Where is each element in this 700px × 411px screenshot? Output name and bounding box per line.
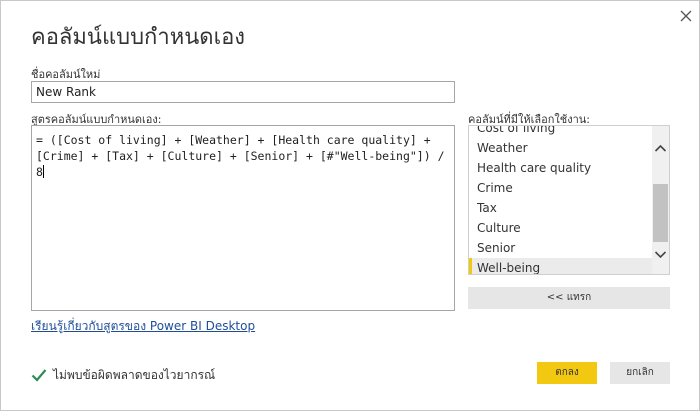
list-item-tax[interactable]: Tax	[469, 198, 653, 218]
list-item-cost-of-living[interactable]: Cost of living	[469, 126, 653, 138]
list-item-well-being[interactable]: Well-being	[469, 258, 653, 274]
list-item-weather[interactable]: Weather	[469, 138, 653, 158]
chevron-up-icon[interactable]	[652, 140, 669, 157]
scrollbar-thumb[interactable]	[653, 184, 668, 242]
list-item-culture[interactable]: Culture	[469, 218, 653, 238]
formula-text: = ([Cost of living] + [Weather] + [Healt…	[36, 133, 445, 179]
dialog-title: คอลัมน์แบบกำหนดเอง	[31, 25, 246, 50]
list-item-senior[interactable]: Senior	[469, 238, 653, 258]
ok-button[interactable]: ตกลง	[537, 362, 597, 384]
new-column-name-input[interactable]: New Rank	[31, 81, 455, 103]
available-columns-list[interactable]: Cost of living Weather Health care quali…	[468, 125, 670, 275]
custom-column-dialog: คอลัมน์แบบกำหนดเอง ชื่อคอลัมน์ใหม่ New R…	[0, 0, 700, 411]
syntax-status-text: ไม่พบข้อผิดพลาดของไวยากรณ์	[53, 368, 216, 382]
list-scrollbar[interactable]	[652, 126, 669, 274]
chevron-down-icon[interactable]	[652, 246, 669, 263]
list-item-health-care-quality[interactable]: Health care quality	[469, 158, 653, 178]
list-item-crime[interactable]: Crime	[469, 178, 653, 198]
text-cursor	[42, 165, 44, 178]
insert-button[interactable]: << แทรก	[468, 287, 670, 309]
formula-editor[interactable]: = ([Cost of living] + [Weather] + [Healt…	[31, 125, 455, 311]
syntax-status: ไม่พบข้อผิดพลาดของไวยากรณ์	[31, 366, 215, 385]
checkmark-icon	[31, 368, 47, 385]
cancel-button[interactable]: ยกเลิก	[610, 362, 670, 384]
close-icon[interactable]	[673, 3, 699, 29]
formula-help-link[interactable]: เรียนรู้เกี่ยวกับสูตรของ Power BI Deskto…	[31, 317, 255, 336]
